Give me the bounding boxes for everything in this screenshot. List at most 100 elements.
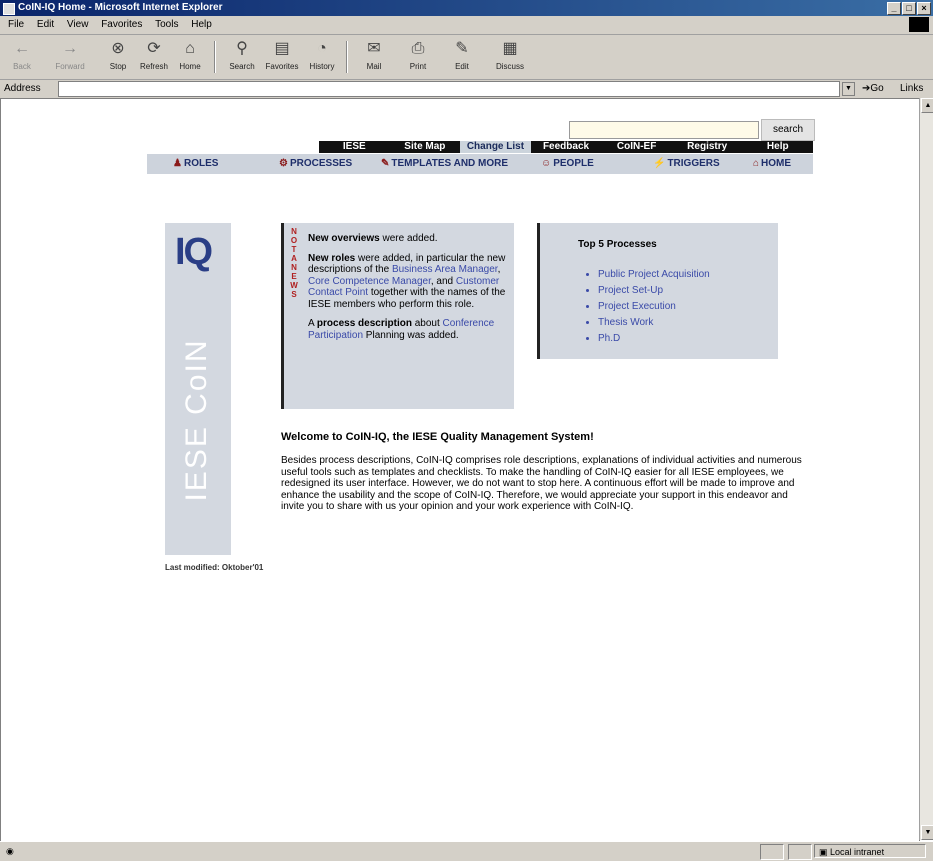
wrench-icon: ✎ (381, 158, 390, 169)
scroll-down-button[interactable]: ▼ (921, 825, 933, 840)
address-label: Address (4, 83, 41, 94)
print-button[interactable]: ⎙ Print (400, 39, 436, 71)
mail-button[interactable]: ✉ Mail (356, 39, 392, 71)
page-viewport: search IESE Site Map Change List Feedbac… (0, 98, 920, 842)
search-toolbar-button[interactable]: ⚲ Search (224, 39, 260, 71)
status-pane (760, 844, 784, 860)
favorites-button[interactable]: ▤ Favorites (264, 39, 300, 71)
main-nav: ♟ ROLES ⚙ PROCESSES ✎ TEMPLATES AND MORE ☺ P… (147, 154, 813, 174)
nav-triggers[interactable]: ⚡ TRIGGERS (653, 154, 720, 174)
topnav-change-list[interactable]: Change List (460, 141, 531, 153)
links-button[interactable]: Links (900, 83, 923, 94)
top-processes-box: Top 5 Processes Public Project Acquisiti… (537, 223, 778, 359)
title-bar: CoIN-IQ Home - Microsoft Internet Explor… (0, 0, 933, 16)
top-processes-title: Top 5 Processes (578, 239, 657, 250)
menu-bar: File Edit View Favorites Tools Help (0, 16, 933, 35)
discuss-icon: ▦ (502, 40, 518, 57)
processes-icon: ⚙ (279, 158, 288, 169)
logo-vertical-text: IESE CoIN (180, 338, 213, 502)
stop-button[interactable]: ⊗ Stop (100, 39, 136, 71)
home-icon: ⌂ (185, 40, 195, 57)
news-text: New overviews were added. New roles were… (308, 233, 508, 349)
topnav-site-map[interactable]: Site Map (390, 141, 461, 153)
nav-roles[interactable]: ♟ ROLES (173, 154, 218, 174)
news-vertical-label: NOT A NEWS (290, 227, 298, 299)
refresh-icon: ⟳ (147, 40, 161, 57)
welcome-body: Besides process descriptions, CoIN-IQ co… (281, 455, 802, 512)
refresh-button[interactable]: ⟳ Refresh (136, 39, 172, 71)
back-arrow-icon: ← (14, 40, 30, 57)
process-link[interactable]: Project Set-Up (598, 283, 710, 299)
history-button[interactable]: ◔ History (304, 39, 340, 71)
process-link[interactable]: Thesis Work (598, 315, 710, 331)
search-icon: ⚲ (236, 40, 248, 57)
search-input[interactable] (569, 121, 759, 139)
nav-people[interactable]: ☺ PEOPLE (541, 154, 594, 174)
news-box: NOT A NEWS New overviews were added. New… (281, 223, 514, 409)
security-zone-pane: ▣ Local intranet (814, 844, 926, 858)
maximize-button[interactable]: □ (902, 2, 916, 15)
top-nav: IESE Site Map Change List Feedback CoIN-… (319, 141, 813, 153)
security-zone-label: Local intranet (830, 847, 885, 857)
stop-icon: ⊗ (111, 40, 125, 57)
menu-file[interactable]: File (8, 19, 24, 30)
nav-templates[interactable]: ✎ TEMPLATES AND MORE (381, 154, 508, 174)
print-icon: ⎙ (411, 40, 425, 57)
nav-home[interactable]: ⌂ HOME (753, 154, 791, 174)
ie-app-icon (3, 3, 15, 15)
coin-iq-logo: IQ IESE CoIN (165, 223, 231, 555)
intranet-zone-icon: ▣ (819, 847, 828, 857)
news-item-overviews: New overviews were added. (308, 233, 438, 244)
forward-arrow-icon: → (62, 40, 78, 57)
back-button[interactable]: ← Back (4, 39, 40, 71)
topnav-registry[interactable]: Registry (672, 141, 743, 153)
people-icon: ☺ (541, 158, 552, 169)
status-pane (788, 844, 812, 860)
news-item-process: A process description about Conference P… (308, 318, 495, 341)
windows-logo-throbber (909, 17, 929, 32)
history-icon: ◔ (317, 40, 327, 57)
home-nav-icon: ⌂ (753, 158, 760, 169)
menu-view[interactable]: View (67, 19, 89, 30)
link-core-competence-manager[interactable]: Core Competence Manager (308, 276, 431, 287)
welcome-title: Welcome to CoIN-IQ, the IESE Quality Man… (281, 431, 594, 443)
scroll-up-button[interactable]: ▲ (921, 98, 933, 113)
process-link[interactable]: Project Execution (598, 299, 710, 315)
last-modified: Last modified: Oktober'01 (165, 563, 264, 572)
page-done-icon: ◉ (6, 846, 14, 856)
topnav-iese[interactable]: IESE (319, 141, 390, 153)
discuss-button[interactable]: ▦ Discuss (492, 39, 528, 71)
process-link[interactable]: Ph.D (598, 331, 710, 347)
menu-favorites[interactable]: Favorites (101, 19, 142, 30)
menu-tools[interactable]: Tools (155, 19, 178, 30)
window-title: CoIN-IQ Home - Microsoft Internet Explor… (18, 2, 223, 13)
nav-processes[interactable]: ⚙ PROCESSES (279, 154, 352, 174)
edit-icon: ✎ (455, 40, 469, 57)
address-dropdown-button[interactable]: ▼ (842, 82, 855, 96)
address-bar: Address ▼ ➔Go Links (0, 80, 933, 99)
search-button[interactable]: search (761, 119, 815, 141)
menu-edit[interactable]: Edit (37, 19, 54, 30)
menu-help[interactable]: Help (191, 19, 212, 30)
top-processes-list: Public Project Acquisition Project Set-U… (580, 267, 710, 347)
address-input[interactable] (58, 81, 840, 97)
go-button[interactable]: ➔Go (862, 83, 884, 94)
process-link[interactable]: Public Project Acquisition (598, 267, 710, 283)
standard-toolbar: ← Back → Forward ⊗ Stop ⟳ Refresh ⌂ Home ⚲ Sea… (0, 35, 933, 80)
roles-icon: ♟ (173, 158, 182, 169)
forward-button[interactable]: → Forward (52, 39, 88, 71)
link-business-area-manager[interactable]: Business Area Manager (392, 264, 498, 275)
topnav-coin-ef[interactable]: CoIN-EF (601, 141, 672, 153)
news-item-roles: New roles were added, in particular the … (308, 252, 506, 310)
logo-iq-text: IQ (175, 231, 213, 273)
close-button[interactable]: × (917, 2, 931, 15)
triggers-icon: ⚡ (653, 158, 666, 169)
favorites-icon: ▤ (274, 40, 290, 57)
minimize-button[interactable]: _ (887, 2, 901, 15)
mail-icon: ✉ (367, 40, 381, 57)
edit-button[interactable]: ✎ Edit (444, 39, 480, 71)
topnav-help[interactable]: Help (742, 141, 813, 153)
vertical-scrollbar[interactable]: ▲ ▼ (919, 98, 933, 840)
home-button[interactable]: ⌂ Home (172, 39, 208, 71)
topnav-feedback[interactable]: Feedback (531, 141, 602, 153)
